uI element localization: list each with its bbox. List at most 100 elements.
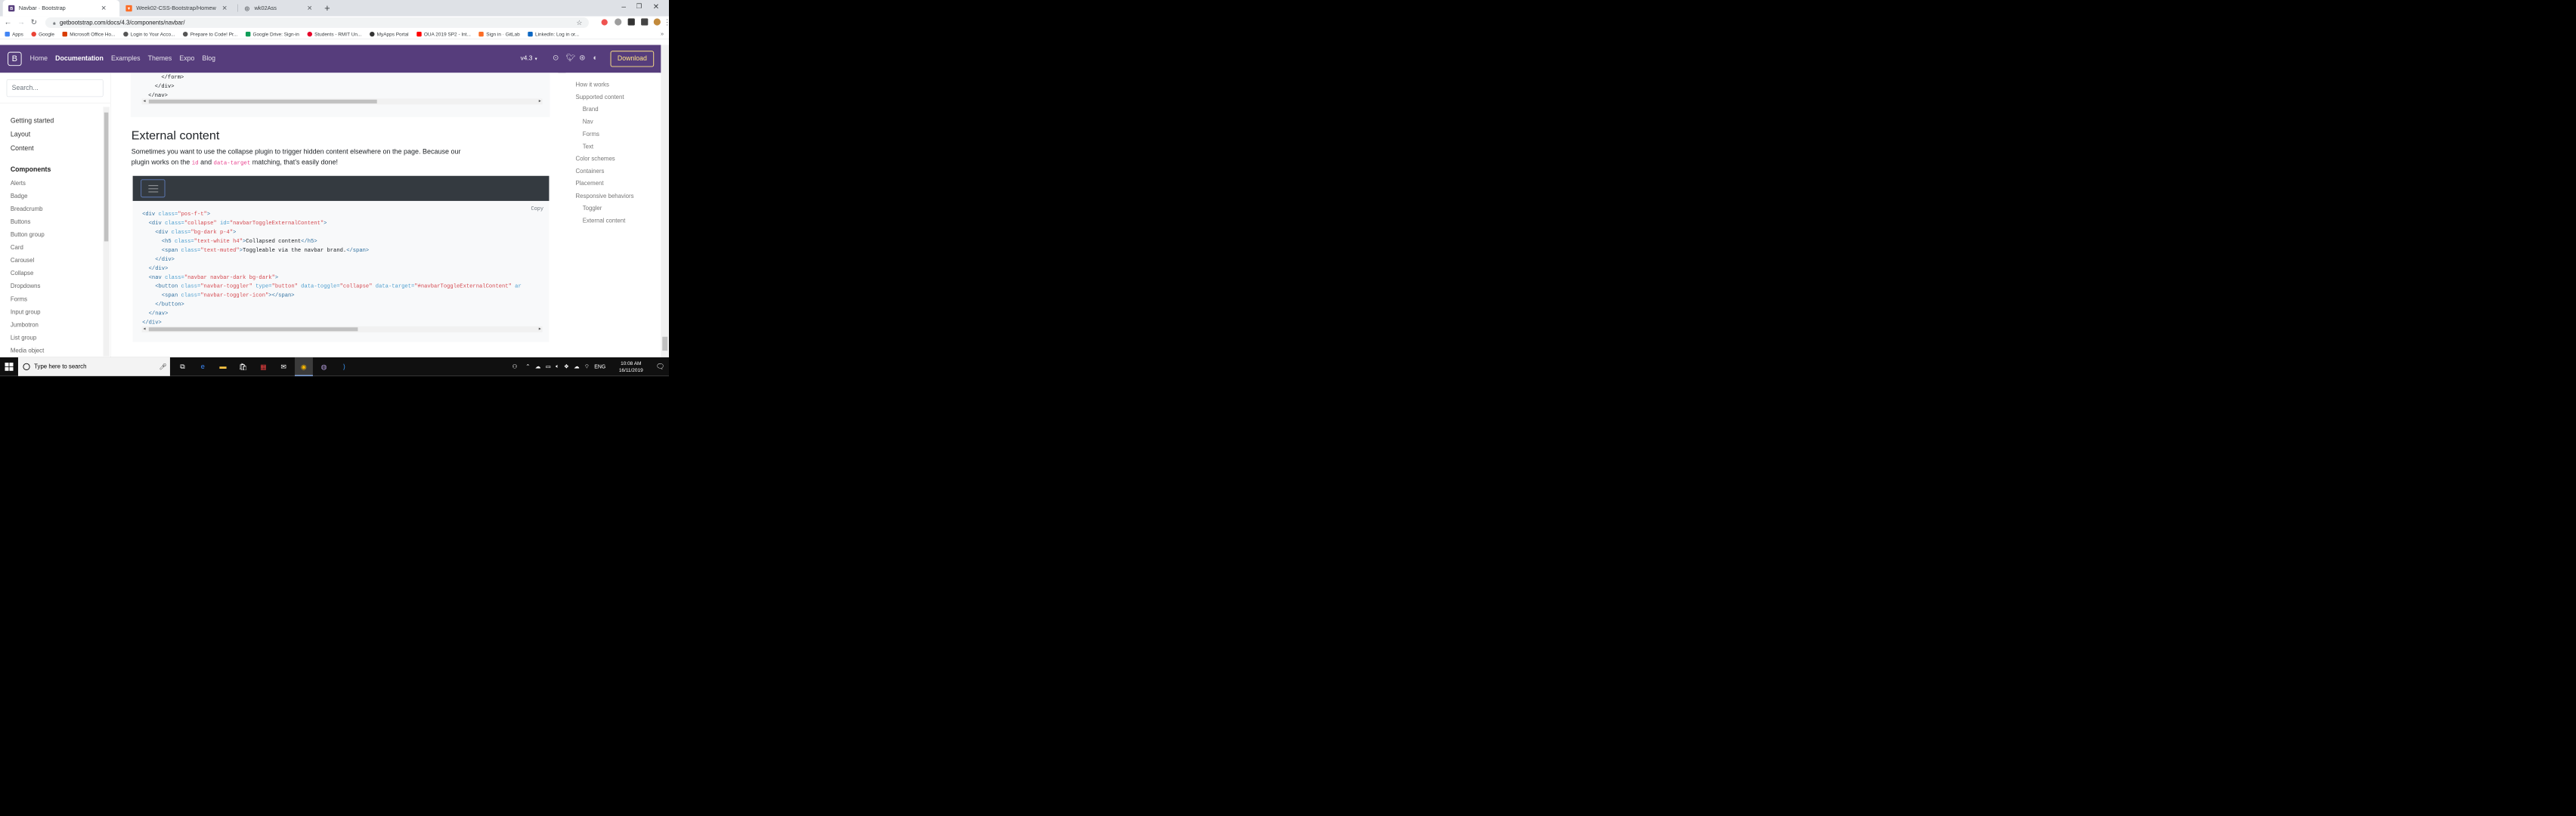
scrollbar-thumb[interactable]: [662, 336, 668, 351]
toc-item-brand[interactable]: Brand: [583, 106, 599, 113]
sidebar-item-components[interactable]: Components: [11, 162, 54, 176]
chrome-icon[interactable]: ◉: [299, 362, 308, 372]
onedrive-icon[interactable]: ☁: [574, 363, 579, 370]
twitter-icon[interactable]: 🐦︎: [566, 54, 576, 63]
sidebar-item-button-group[interactable]: Button group: [11, 228, 54, 241]
sidebar-item-media-object[interactable]: Media object: [11, 344, 54, 357]
battery-icon[interactable]: ▭: [546, 363, 551, 370]
opencollective-icon[interactable]: ◐: [593, 54, 598, 63]
nav-examples[interactable]: Examples: [111, 55, 140, 63]
sidebar-item-layout[interactable]: Layout: [11, 128, 54, 141]
sidebar-item-jumbotron[interactable]: Jumbotron: [11, 318, 54, 331]
bootstrap-logo[interactable]: B: [8, 51, 22, 66]
dropbox-icon[interactable]: ❖: [564, 363, 569, 370]
nav-home[interactable]: Home: [30, 55, 48, 63]
task-view-icon[interactable]: ⧉: [178, 362, 187, 372]
horizontal-scrollbar[interactable]: ◀ ▶: [141, 326, 543, 332]
mail-icon[interactable]: ✉︎: [279, 362, 289, 372]
extension-icon[interactable]: [641, 18, 649, 26]
new-tab-button[interactable]: +: [324, 3, 330, 14]
toc-item-placement[interactable]: Placement: [575, 180, 603, 187]
sidebar-item-list-group[interactable]: List group: [11, 331, 54, 344]
bookmark-apps[interactable]: Apps: [5, 31, 23, 37]
copy-button[interactable]: Copy: [531, 205, 543, 214]
app-icon[interactable]: ◍: [319, 362, 329, 372]
bookmark-gitlab[interactable]: Sign in · GitLab: [478, 31, 520, 37]
cloud-icon[interactable]: ☁: [535, 363, 540, 370]
file-explorer-icon[interactable]: ▬: [218, 362, 228, 372]
taskbar-search-box[interactable]: Type here to search 🎤︎: [17, 357, 170, 376]
scroll-right-icon[interactable]: ▶: [539, 98, 541, 104]
address-bar[interactable]: 🔒︎ getbootstrap.com/docs/4.3/components/…: [45, 17, 589, 28]
scrollbar-thumb[interactable]: [148, 99, 377, 104]
nav-themes[interactable]: Themes: [148, 55, 172, 63]
tab-gitlab[interactable]: ▼ Week02-CSS-Bootstrap/Homew ✕: [120, 0, 237, 17]
scrollbar-thumb[interactable]: [148, 327, 358, 332]
sidebar-item-dropdowns[interactable]: Dropdowns: [11, 280, 54, 292]
bookmark-oua[interactable]: OUA 2019 SP2 - Int...: [416, 31, 471, 37]
scrollbar-thumb[interactable]: [104, 112, 109, 242]
bookmark-star-icon[interactable]: ☆: [576, 18, 582, 27]
office-icon[interactable]: ▦: [259, 362, 268, 372]
search-input[interactable]: Search...: [6, 79, 104, 97]
nav-expo[interactable]: Expo: [179, 55, 194, 63]
toc-item-containers[interactable]: Containers: [575, 168, 604, 175]
toc-item-supported-content[interactable]: Supported content: [575, 94, 624, 100]
tab-wk02ass[interactable]: ◎ wk02Ass ✕: [238, 0, 322, 17]
toc-item-text[interactable]: Text: [583, 143, 593, 150]
close-icon[interactable]: ✕: [101, 5, 107, 12]
github-icon[interactable]: ⊙: [553, 54, 559, 63]
toc-item-toggler[interactable]: Toggler: [583, 205, 602, 212]
notifications-icon[interactable]: 🗨︎: [655, 362, 664, 371]
restore-button[interactable]: ❐: [636, 3, 642, 11]
horizontal-scrollbar[interactable]: ◀ ▶: [141, 98, 543, 105]
more-bookmarks-icon[interactable]: »: [661, 31, 664, 37]
navbar-toggler-button[interactable]: [141, 179, 166, 198]
extension-pen-icon[interactable]: [627, 18, 635, 26]
wifi-icon[interactable]: ⌔: [584, 363, 590, 370]
extension-cloud-icon[interactable]: [615, 18, 622, 26]
people-icon[interactable]: ⚇: [512, 363, 518, 370]
toc-item-forms[interactable]: Forms: [583, 131, 599, 138]
page-scrollbar[interactable]: [661, 45, 669, 357]
sidebar-item-card[interactable]: Card: [11, 241, 54, 254]
download-button[interactable]: Download: [610, 51, 655, 67]
vscode-icon[interactable]: ⟩: [339, 362, 349, 372]
toc-item-external-content[interactable]: External content: [583, 217, 626, 224]
minimize-button[interactable]: –: [621, 2, 626, 11]
bookmark-myapps[interactable]: MyApps Portal: [369, 31, 409, 37]
toc-item-how-it-works[interactable]: How it works: [575, 81, 608, 88]
volume-icon[interactable]: 🔈︎: [556, 363, 559, 369]
toc-item-nav[interactable]: Nav: [583, 118, 593, 125]
close-icon[interactable]: ✕: [222, 5, 228, 12]
clock[interactable]: 10:08 AM 16/11/2019: [615, 360, 646, 374]
sidebar-item-alerts[interactable]: Alerts: [11, 177, 54, 190]
avatar[interactable]: [653, 18, 661, 26]
bookmark-linkedin[interactable]: LinkedIn: Log in or...: [528, 31, 579, 37]
sidebar-item-forms[interactable]: Forms: [11, 292, 54, 305]
sidebar-item-badge[interactable]: Badge: [11, 190, 54, 202]
bookmark-login[interactable]: Login to Your Acco...: [122, 31, 175, 37]
sidebar-item-buttons[interactable]: Buttons: [11, 215, 54, 228]
scroll-right-icon[interactable]: ▶: [539, 326, 541, 332]
reload-icon[interactable]: ↻: [31, 18, 37, 27]
edge-icon[interactable]: e: [198, 362, 208, 372]
sidebar-item-content[interactable]: Content: [11, 142, 54, 156]
sidebar-item-collapse[interactable]: Collapse: [11, 267, 54, 280]
bookmark-google[interactable]: Google: [31, 31, 54, 37]
sidebar-scrollbar[interactable]: [103, 107, 110, 357]
slack-icon[interactable]: ⊛: [579, 54, 585, 63]
nav-blog[interactable]: Blog: [203, 55, 216, 63]
scroll-left-icon[interactable]: ◀: [143, 326, 145, 332]
store-icon[interactable]: 🛍︎: [238, 362, 248, 372]
toc-item-responsive-behaviors[interactable]: Responsive behaviors: [575, 193, 633, 199]
windows-start-icon[interactable]: [5, 362, 14, 371]
sidebar-item-input-group[interactable]: Input group: [11, 305, 54, 318]
bookmark-rmit[interactable]: Students - RMIT Un...: [307, 31, 361, 37]
bookmark-office[interactable]: Microsoft Office Ho...: [62, 31, 115, 37]
language-indicator[interactable]: ENG: [594, 363, 605, 369]
scroll-left-icon[interactable]: ◀: [143, 98, 145, 104]
bookmark-prepare[interactable]: Prepare to Code! Pr...: [183, 31, 237, 37]
version-dropdown[interactable]: v4.3 ▼: [521, 54, 538, 62]
bookmark-drive[interactable]: Google Drive: Sign-in: [245, 31, 299, 37]
